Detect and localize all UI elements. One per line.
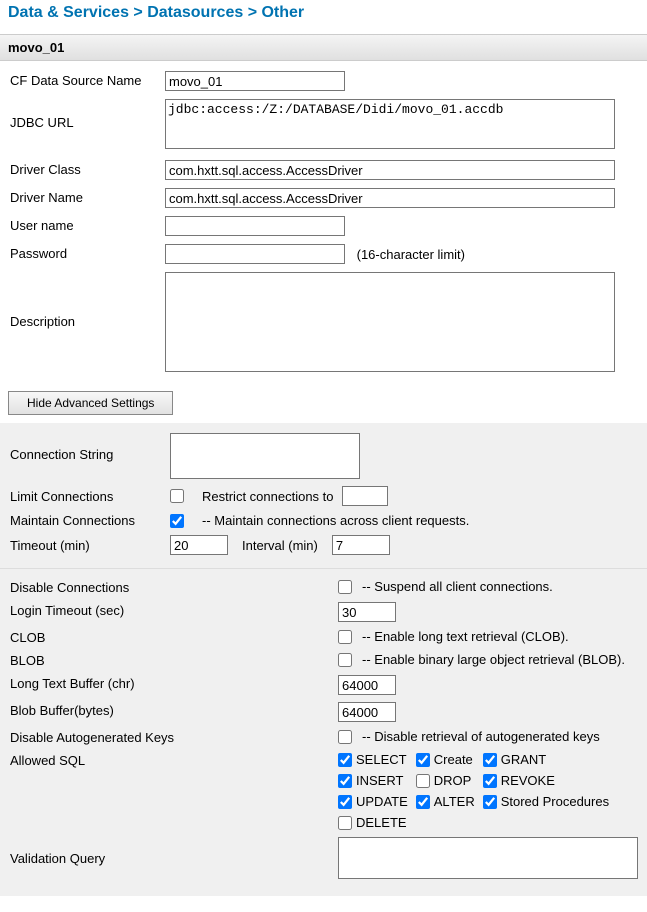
logintimeout-input[interactable] <box>338 602 396 622</box>
limitconn-input[interactable] <box>342 486 388 506</box>
dsname-input[interactable] <box>165 71 345 91</box>
sql-alter-label: ALTER <box>434 794 475 809</box>
sql-revoke-label: REVOKE <box>501 773 555 788</box>
disablekeys-label: Disable Autogenerated Keys <box>10 729 338 745</box>
timeout-label: Timeout (min) <box>10 538 170 553</box>
advanced-settings-2: Disable Connections -- Suspend all clien… <box>0 569 647 896</box>
blobbuf-label: Blob Buffer(bytes) <box>10 702 338 718</box>
sql-select-checkbox[interactable] <box>338 753 352 767</box>
sql-grant-checkbox[interactable] <box>483 753 497 767</box>
blobbuf-input[interactable] <box>338 702 396 722</box>
jdbc-label: JDBC URL <box>10 99 165 130</box>
description-label: Description <box>10 272 165 329</box>
disablekeys-hint: -- Disable retrieval of autogenerated ke… <box>362 729 600 744</box>
username-input[interactable] <box>165 216 345 236</box>
sql-sp-label: Stored Procedures <box>501 794 609 809</box>
connstring-label: Connection String <box>10 433 170 462</box>
validation-input[interactable] <box>338 837 638 879</box>
sql-update-label: UPDATE <box>356 794 408 809</box>
advanced-settings-1: Connection String Limit Connections Rest… <box>0 423 647 569</box>
clob-checkbox[interactable] <box>338 630 352 644</box>
driverclass-input[interactable] <box>165 160 615 180</box>
logintimeout-label: Login Timeout (sec) <box>10 602 338 618</box>
clob-label: CLOB <box>10 629 338 645</box>
blob-label: BLOB <box>10 652 338 668</box>
sql-insert-label: INSERT <box>356 773 403 788</box>
sql-delete-checkbox[interactable] <box>338 816 352 830</box>
username-label: User name <box>10 216 165 233</box>
sql-insert-checkbox[interactable] <box>338 774 352 788</box>
sql-revoke-checkbox[interactable] <box>483 774 497 788</box>
connstring-input[interactable] <box>170 433 360 479</box>
basic-settings: CF Data Source Name JDBC URL Driver Clas… <box>0 61 647 389</box>
drivername-input[interactable] <box>165 188 615 208</box>
sql-create-checkbox[interactable] <box>416 753 430 767</box>
limitconn-checkbox[interactable] <box>170 489 184 503</box>
drivername-label: Driver Name <box>10 188 165 205</box>
disableconn-label: Disable Connections <box>10 579 338 595</box>
interval-label: Interval (min) <box>242 538 318 553</box>
longtext-input[interactable] <box>338 675 396 695</box>
dsname-label: CF Data Source Name <box>10 71 165 88</box>
sql-update-checkbox[interactable] <box>338 795 352 809</box>
interval-input[interactable] <box>332 535 390 555</box>
section-header: movo_01 <box>0 34 647 61</box>
blob-hint: -- Enable binary large object retrieval … <box>362 652 625 667</box>
disableconn-checkbox[interactable] <box>338 580 352 594</box>
description-input[interactable] <box>165 272 615 372</box>
breadcrumb: Data & Services > Datasources > Other <box>0 0 647 34</box>
password-label: Password <box>10 244 165 261</box>
hide-advanced-button[interactable]: Hide Advanced Settings <box>8 391 173 415</box>
password-input[interactable] <box>165 244 345 264</box>
maintain-hint: -- Maintain connections across client re… <box>202 513 469 528</box>
limitconn-label: Limit Connections <box>10 489 170 504</box>
allowed-sql-grid: SELECT Create GRANT INSERT DROP REVOKE U… <box>338 752 609 830</box>
password-hint: (16-character limit) <box>357 247 465 262</box>
validation-label: Validation Query <box>10 850 338 866</box>
sql-drop-checkbox[interactable] <box>416 774 430 788</box>
disablekeys-checkbox[interactable] <box>338 730 352 744</box>
maintain-checkbox[interactable] <box>170 514 184 528</box>
jdbc-input[interactable] <box>165 99 615 149</box>
sql-sp-checkbox[interactable] <box>483 795 497 809</box>
blob-checkbox[interactable] <box>338 653 352 667</box>
timeout-input[interactable] <box>170 535 228 555</box>
disableconn-hint: -- Suspend all client connections. <box>362 579 553 594</box>
maintain-label: Maintain Connections <box>10 513 170 528</box>
driverclass-label: Driver Class <box>10 160 165 177</box>
clob-hint: -- Enable long text retrieval (CLOB). <box>362 629 569 644</box>
sql-grant-label: GRANT <box>501 752 547 767</box>
allowedsql-label: Allowed SQL <box>10 752 338 768</box>
sql-select-label: SELECT <box>356 752 407 767</box>
sql-create-label: Create <box>434 752 473 767</box>
limitconn-hint: Restrict connections to <box>202 489 334 504</box>
sql-alter-checkbox[interactable] <box>416 795 430 809</box>
sql-delete-label: DELETE <box>356 815 407 830</box>
sql-drop-label: DROP <box>434 773 472 788</box>
longtext-label: Long Text Buffer (chr) <box>10 675 338 691</box>
